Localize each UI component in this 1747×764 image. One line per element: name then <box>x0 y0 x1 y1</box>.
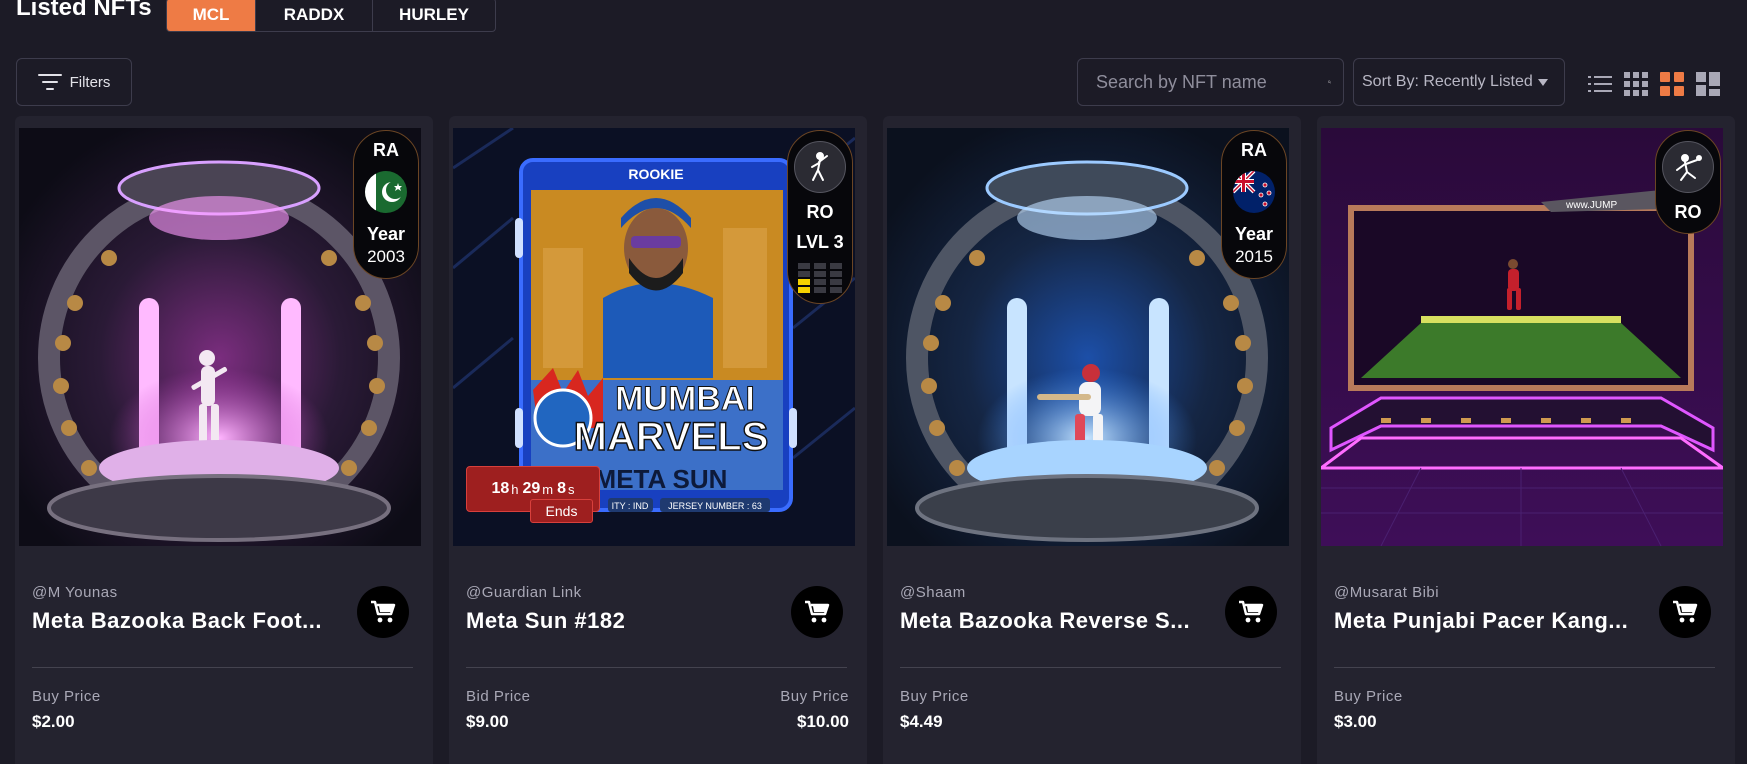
year-info: Year 2003 <box>367 223 405 268</box>
year-info: Year 2015 <box>1235 223 1273 268</box>
cart-icon <box>805 600 830 623</box>
nft-name[interactable]: Meta Bazooka Back Foot... <box>32 608 338 634</box>
buy-price: Buy Price $3.00 <box>1334 688 1403 732</box>
compact-grid-icon[interactable] <box>1624 72 1648 96</box>
player-label: META SUN <box>595 464 728 494</box>
rookie-label: ROOKIE <box>628 166 683 182</box>
timer-minutes: 29 <box>522 480 541 497</box>
fielder-icon <box>1662 141 1714 193</box>
nft-name[interactable]: Meta Bazooka Reverse S... <box>900 608 1206 634</box>
nft-owner[interactable]: @Shaam <box>900 584 966 601</box>
sort-label: Sort By: Recently Listed <box>1362 73 1533 90</box>
card-divider <box>466 667 847 668</box>
price-label: Buy Price <box>1334 688 1403 705</box>
bowler-icon <box>794 141 846 193</box>
tier-label: RA <box>1241 140 1267 160</box>
add-to-cart-button[interactable] <box>1659 586 1711 638</box>
price-value: $4.49 <box>900 712 943 731</box>
nft-name[interactable]: Meta Punjabi Pacer Kang... <box>1334 608 1640 634</box>
buy-price: Buy Price $10.00 <box>780 688 849 732</box>
add-to-cart-button[interactable] <box>1225 586 1277 638</box>
timer-hours: 18 <box>491 480 510 497</box>
filters-label: Filters <box>69 73 111 91</box>
mixed-grid-icon[interactable] <box>1696 72 1720 96</box>
year-value: 2015 <box>1235 247 1273 267</box>
nft-owner[interactable]: @Musarat Bibi <box>1334 584 1439 601</box>
tab-raddx[interactable]: RADDX <box>256 0 373 31</box>
buy-price: Buy Price $4.49 <box>900 688 969 732</box>
tier-label: RA <box>373 140 399 160</box>
card-divider <box>900 667 1281 668</box>
list-view-icon[interactable] <box>1588 72 1612 96</box>
year-label: Year <box>366 223 406 244</box>
year-value: 2003 <box>367 247 405 267</box>
attribute-badge: RA Year 2015 <box>1221 130 1287 280</box>
bid-price: Bid Price $9.00 <box>466 688 531 732</box>
attribute-badge: RO <box>1655 130 1721 234</box>
price-label: Buy Price <box>780 688 849 705</box>
year-label: Year <box>1234 223 1274 244</box>
timer-seconds: 8 <box>557 480 567 497</box>
new-zealand-flag-icon <box>1233 170 1275 213</box>
jump-sign-text: www.JUMP <box>1565 200 1617 211</box>
price-value: $10.00 <box>797 712 849 731</box>
price-value: $2.00 <box>32 712 75 731</box>
add-to-cart-button[interactable] <box>357 586 409 638</box>
add-to-cart-button[interactable] <box>791 586 843 638</box>
search-icon[interactable] <box>1328 72 1331 92</box>
price-value: $3.00 <box>1334 712 1377 731</box>
search-box <box>1077 58 1344 106</box>
card-divider <box>1334 667 1715 668</box>
search-input[interactable] <box>1096 71 1328 93</box>
nft-card[interactable]: www.JUMP RO @Musarat Bibi Meta Punjabi P… <box>1317 116 1735 764</box>
cart-icon <box>1673 600 1698 623</box>
attribute-badge: RA Year 2003 <box>353 130 419 280</box>
nft-name[interactable]: Meta Sun #182 <box>466 608 772 634</box>
nft-owner[interactable]: @M Younas <box>32 584 118 601</box>
level-bars-icon <box>798 262 842 293</box>
country-label: ITY : IND <box>612 501 649 511</box>
pakistan-flag-icon <box>365 170 407 213</box>
cart-icon <box>1239 600 1264 623</box>
price-label: Buy Price <box>32 688 101 705</box>
price-label: Buy Price <box>900 688 969 705</box>
level-label: LVL 3 <box>796 231 844 252</box>
view-toggle-group <box>1588 72 1720 96</box>
nft-owner[interactable]: @Guardian Link <box>466 584 582 601</box>
tier-label: RO <box>806 202 834 222</box>
buy-price: Buy Price $2.00 <box>32 688 101 732</box>
attribute-badge: RO LVL 3 <box>787 130 853 304</box>
filter-icon <box>37 74 62 90</box>
price-label: Bid Price <box>466 688 531 705</box>
price-value: $9.00 <box>466 712 509 731</box>
team-line2: MARVELS <box>574 415 769 459</box>
tab-mcl[interactable]: MCL <box>167 0 256 31</box>
nft-card[interactable]: ROOKIE MUMBAI MARVELS META SUN ITY : IND… <box>449 116 867 764</box>
page-title: Listed NFTs <box>16 0 152 21</box>
sort-dropdown[interactable]: Sort By: Recently Listed <box>1353 58 1565 106</box>
tab-hurley[interactable]: HURLEY <box>373 0 495 31</box>
ends-label: Ends <box>530 499 593 523</box>
card-divider <box>32 667 413 668</box>
filters-button[interactable]: Filters <box>16 58 132 106</box>
nft-card[interactable]: RA Year 2015 @Shaam Meta Bazooka Reverse… <box>883 116 1301 764</box>
tier-label: RO <box>1674 202 1702 222</box>
caret-down-icon <box>1537 78 1548 86</box>
jersey-label: JERSEY NUMBER : 63 <box>668 501 762 511</box>
grid-view-icon[interactable] <box>1660 72 1684 96</box>
team-line1: MUMBAI <box>615 380 755 418</box>
collection-tabs: MCL RADDX HURLEY <box>166 0 496 32</box>
nft-card[interactable]: RA Year 2003 @M Younas Meta Bazooka Back… <box>15 116 433 764</box>
cart-icon <box>371 600 396 623</box>
